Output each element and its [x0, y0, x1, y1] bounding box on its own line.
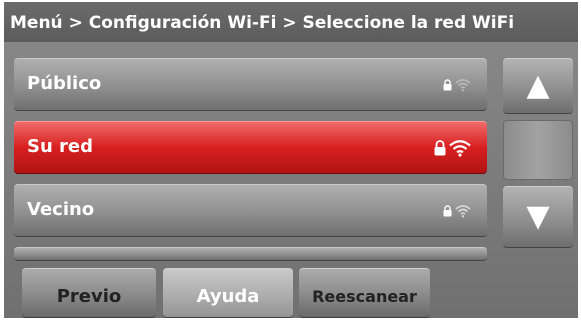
arrow-up-icon: ▲: [526, 68, 550, 103]
lock-icon: [443, 205, 452, 217]
network-list: Público Su red Vecino: [14, 58, 487, 261]
network-name: Público: [27, 73, 102, 94]
previo-button[interactable]: Previo: [22, 268, 156, 318]
network-name: Su red: [27, 136, 94, 157]
ayuda-button[interactable]: Ayuda: [163, 268, 293, 318]
reescanear-button[interactable]: Reescanear: [299, 268, 430, 318]
breadcrumb: Menú > Configuración Wi-Fi > Seleccione …: [4, 2, 578, 42]
scroll-up-button[interactable]: ▲: [503, 58, 573, 114]
wifi-signal-icon: [455, 205, 471, 218]
network-item-partial[interactable]: [14, 247, 487, 261]
network-item-publico[interactable]: Público: [14, 58, 487, 111]
network-name: Vecino: [27, 199, 95, 220]
lock-icon: [443, 79, 452, 91]
wifi-signal-icon: [449, 140, 471, 157]
network-status-icons: [443, 198, 471, 224]
arrow-down-icon: ▼: [526, 199, 550, 234]
scroll-down-button[interactable]: ▼: [503, 186, 573, 248]
network-status-icons: [434, 135, 471, 161]
network-status-icons: [443, 72, 471, 98]
scrollbar-thumb[interactable]: [503, 120, 573, 180]
lock-icon: [434, 140, 446, 156]
wifi-signal-icon: [455, 79, 471, 92]
network-item-su-red[interactable]: Su red: [14, 121, 487, 174]
thermostat-screen: Menú > Configuración Wi-Fi > Seleccione …: [4, 2, 578, 318]
network-item-vecino[interactable]: Vecino: [14, 184, 487, 237]
